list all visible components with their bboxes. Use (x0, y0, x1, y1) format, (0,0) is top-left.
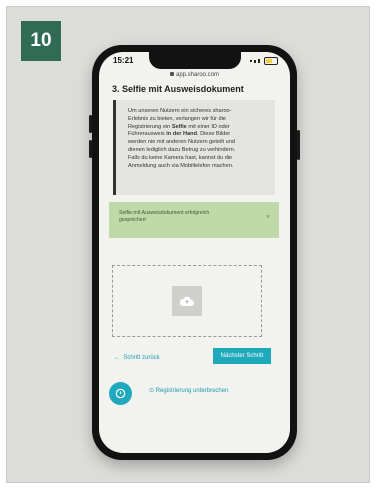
info-text: werden nie mit anderen Nutzern geteilt u… (128, 139, 235, 146)
pause-label: Registrierung unterbrechen (155, 388, 229, 394)
info-bold-text: in der Hand (166, 131, 198, 138)
battery-icon (264, 57, 278, 65)
pause-registration-link[interactable]: ⊙ Registrierung unterbrechen (149, 387, 228, 394)
phone-mockup: 15:21 app.sharoo.com 3. Selfie mit Auswe… (89, 45, 300, 460)
success-message: Selfie mit Ausweisdokument erfolgreich (119, 210, 210, 216)
upload-button[interactable] (172, 286, 202, 316)
info-text: Führerausweis in der Hand. Diese Bilder (128, 131, 265, 139)
info-text: Registrierung ein (128, 123, 172, 130)
success-message: gespeichert (119, 217, 146, 223)
page-title: 3. Selfie mit Ausweisdokument (112, 84, 244, 94)
step-badge: 10 (21, 21, 61, 61)
info-text: Falls du keine Kamera hast, kannst du di… (128, 154, 233, 161)
status-icons (250, 57, 278, 65)
url-text: app.sharoo.com (175, 72, 220, 78)
upload-dropzone[interactable] (112, 265, 262, 337)
next-step-button[interactable]: Nächster Schritt (213, 348, 271, 364)
info-text: Um unseren Nutzern ein sicheres sharoo- (128, 108, 232, 114)
back-link[interactable]: ← Schritt zurück (114, 355, 160, 361)
info-text: Anmeldung auch via Mobiltelefon machen. (128, 162, 234, 169)
signal-bar-icon (258, 59, 260, 63)
phone-volume-down (89, 140, 92, 158)
back-label: Schritt zurück (123, 355, 160, 361)
close-icon[interactable]: × (266, 214, 270, 221)
signal-bar-icon (254, 59, 256, 63)
help-button[interactable] (109, 382, 132, 405)
info-text: Registrierung ein Selfie mit einer ID od… (128, 124, 265, 132)
phone-power-button (297, 130, 300, 160)
info-text: Erlebnis zu bieten, verlangen wir für di… (128, 115, 226, 122)
cloud-upload-icon (179, 296, 194, 306)
info-text: Führerausweis (128, 131, 167, 138)
chat-icon (115, 388, 126, 399)
image-frame: 10 15:21 app.sharoo.com 3. Selfie mit Au… (6, 6, 370, 483)
lock-icon (169, 72, 174, 76)
info-text: mit einer ID oder (186, 123, 230, 130)
info-bold-text: Selfie (171, 123, 187, 130)
signal-icon (250, 60, 252, 62)
pause-icon: ⊙ (149, 388, 155, 394)
info-text: dienen lediglich dazu Betrug zu verhinde… (128, 146, 236, 153)
info-box: Um unseren Nutzern ein sicheres sharoo- … (113, 100, 275, 195)
info-text: . Diese Bilder (197, 131, 231, 138)
address-bar[interactable]: app.sharoo.com (99, 72, 290, 78)
phone-screen: 15:21 app.sharoo.com 3. Selfie mit Auswe… (99, 52, 290, 453)
arrow-left-icon: ← (114, 355, 120, 361)
status-time: 15:21 (113, 56, 134, 65)
success-alert: Selfie mit Ausweisdokument erfolgreich g… (109, 202, 279, 238)
phone-notch (148, 52, 241, 69)
phone-volume-up (89, 115, 92, 133)
